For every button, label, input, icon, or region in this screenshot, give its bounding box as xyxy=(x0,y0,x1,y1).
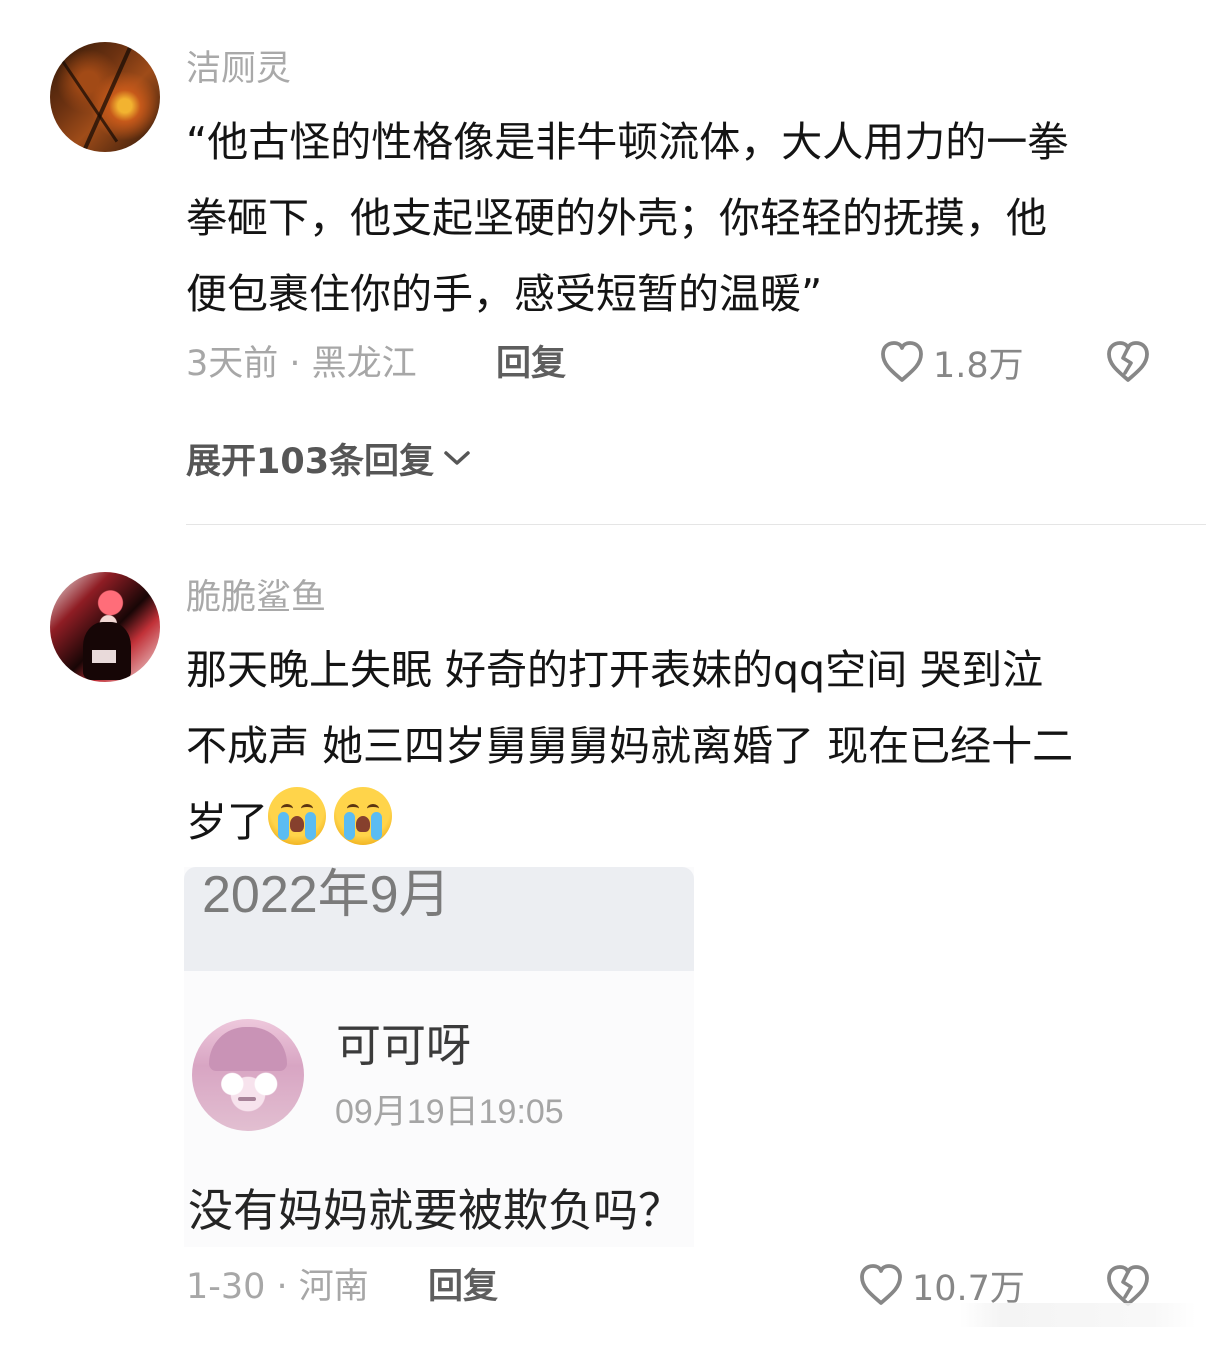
user-avatar[interactable] xyxy=(50,572,160,682)
crying-face-icon xyxy=(334,787,392,845)
reply-button[interactable]: 回复 xyxy=(428,1266,498,1308)
heart-outline-icon xyxy=(881,341,923,382)
comment-text-line: 便包裹住你的手，感受短暂的温暖” xyxy=(186,270,823,318)
comment-meta: 1-30 · 河南 xyxy=(186,1267,369,1307)
chevron-down-icon xyxy=(444,451,470,465)
watermark-bar xyxy=(960,1303,1196,1327)
expand-replies-button[interactable]: 展开103条回复 xyxy=(186,437,472,482)
crying-face-icon xyxy=(268,787,326,845)
comment-meta: 3天前 · 黑龙江 xyxy=(186,344,417,384)
comment-text-line: 不成声 她三四岁舅舅舅妈就离婚了 现在已经十二 xyxy=(186,722,1074,770)
user-avatar[interactable] xyxy=(50,42,160,152)
comment-text-line: 拳砸下，他支起坚硬的外壳；你轻轻的抚摸，他 xyxy=(186,194,1047,242)
reply-button[interactable]: 回复 xyxy=(496,343,566,385)
comment-text-line: “他古怪的性格像是非牛顿流体，大人用力的一拳 xyxy=(186,118,1069,166)
embedded-username: 可可呀 xyxy=(336,1019,472,1072)
comment-text-line: 那天晚上失眠 好奇的打开表妹的qq空间 哭到泣 xyxy=(186,646,1044,694)
comment-text: “他古怪的性格像是非牛顿流体，大人用力的一拳 拳砸下，他支起坚硬的外壳；你轻轻的… xyxy=(186,104,1166,332)
expand-replies-label: 展开103条回复 xyxy=(186,441,435,482)
comment-item-1: 洁厕灵 “他古怪的性格像是非牛顿流体，大人用力的一拳 拳砸下，他支起坚硬的外壳；… xyxy=(0,0,1206,525)
comment-text-line: 岁了 xyxy=(186,798,268,846)
embedded-screenshot-header: 2022年9月 xyxy=(184,867,694,971)
embedded-user-avatar xyxy=(192,1019,304,1131)
broken-heart-icon[interactable] xyxy=(1104,338,1152,386)
like-button[interactable]: 1.8万 xyxy=(878,337,1024,387)
heart-outline-icon xyxy=(860,1264,902,1305)
username[interactable]: 洁厕灵 xyxy=(186,48,291,90)
like-count: 1.8万 xyxy=(933,345,1024,386)
username[interactable]: 脆脆鲨鱼 xyxy=(186,577,326,619)
embedded-screenshot-date: 2022年9月 xyxy=(202,867,451,924)
embedded-post-time: 09月19日19:05 xyxy=(335,1093,564,1131)
comment-text: 那天晚上失眠 好奇的打开表妹的qq空间 哭到泣 不成声 她三四岁舅舅舅妈就离婚了… xyxy=(186,632,1166,860)
embedded-qq-space-screenshot[interactable]: 2022年9月 可可呀 09月19日19:05 没有妈妈就要被欺负吗？ xyxy=(184,867,694,1247)
embedded-post-text: 没有妈妈就要被欺负吗？ xyxy=(188,1184,684,1237)
